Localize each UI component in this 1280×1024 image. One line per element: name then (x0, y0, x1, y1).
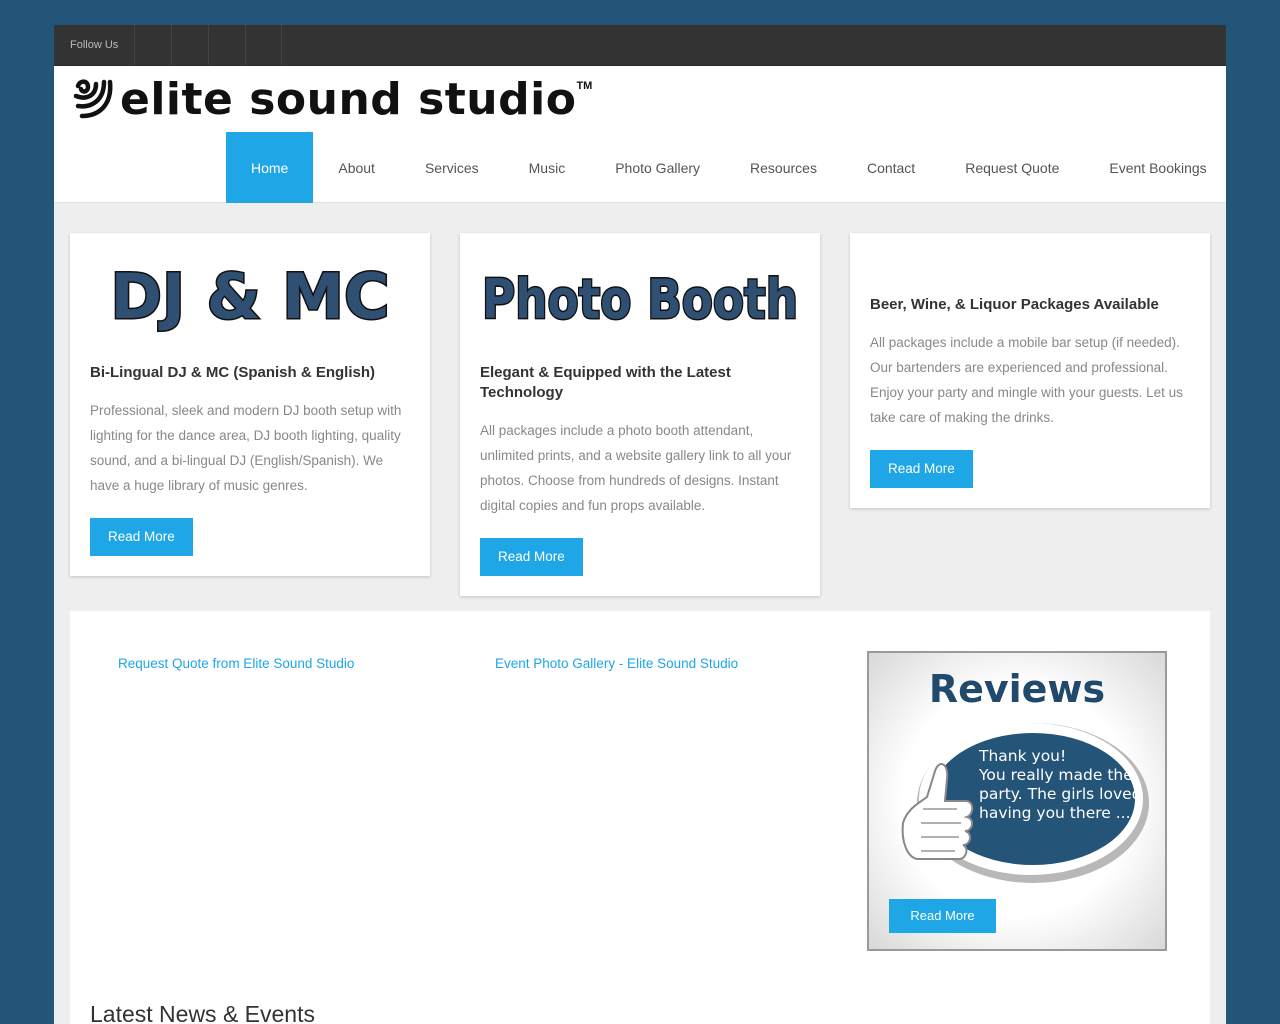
nav-photo-gallery[interactable]: Photo Gallery (590, 132, 725, 203)
main-nav: Home About Services Music Photo Gallery … (226, 132, 1226, 203)
dj-mc-graphic: DJ & MC (90, 253, 410, 343)
nav-about[interactable]: About (313, 132, 400, 203)
nav-home[interactable]: Home (226, 132, 314, 203)
nav-services[interactable]: Services (400, 132, 504, 203)
nav-music[interactable]: Music (504, 132, 591, 203)
card-title: Elegant & Equipped with the Latest Techn… (480, 364, 731, 401)
dj-mc-graphic-text: DJ & MC (111, 260, 390, 333)
review-quote: Thank you! You really made the party. Th… (979, 747, 1154, 823)
event-photo-gallery-link[interactable]: Event Photo Gallery - Elite Sound Studio (495, 656, 738, 671)
facebook-icon[interactable] (134, 25, 171, 65)
content-panel: Request Quote from Elite Sound Studio Ev… (70, 611, 1210, 1024)
instagram-icon[interactable] (245, 25, 283, 65)
follow-us-label: Follow Us (70, 39, 119, 51)
read-more-button[interactable]: Read More (480, 538, 583, 576)
nav-contact[interactable]: Contact (842, 132, 940, 203)
photo-booth-graphic: Photo Booth (480, 253, 800, 343)
site-logo[interactable]: elite sound studio TM (70, 74, 592, 126)
read-more-button[interactable]: Read More (870, 450, 973, 488)
card-title: Beer, Wine, & Liquor Packages Available (870, 296, 1159, 313)
nav-event-bookings[interactable]: Event Bookings (1084, 132, 1226, 203)
reviews-title: Reviews (928, 667, 1106, 711)
card-dj-mc: DJ & MC Bi-Lingual DJ & MC (Spanish & En… (70, 233, 430, 576)
top-bar: Follow Us (54, 25, 1226, 66)
trademark-mark: TM (576, 80, 593, 92)
youtube-icon[interactable] (208, 25, 245, 65)
card-description: All packages include a photo booth atten… (480, 423, 792, 513)
nav-request-quote[interactable]: Request Quote (940, 132, 1084, 203)
latest-news-heading: Latest News & Events (90, 1001, 315, 1024)
photo-booth-graphic-text: Photo Booth (482, 268, 798, 331)
service-cards: DJ & MC Bi-Lingual DJ & MC (Spanish & En… (70, 233, 1210, 596)
request-quote-link[interactable]: Request Quote from Elite Sound Studio (118, 656, 354, 671)
twitter-icon[interactable] (171, 25, 208, 65)
sound-waves-icon (73, 79, 113, 119)
card-title: Bi-Lingual DJ & MC (Spanish & English) (90, 364, 375, 381)
card-description: Professional, sleek and modern DJ booth … (90, 403, 402, 493)
nav-resources[interactable]: Resources (725, 132, 842, 203)
reviews-widget[interactable]: Reviews Thank you! You really made the p… (867, 651, 1167, 951)
read-more-button[interactable]: Read More (90, 518, 193, 556)
reviews-read-more-button[interactable]: Read More (889, 899, 996, 933)
card-photo-booth: Photo Booth Elegant & Equipped with the … (460, 233, 820, 596)
card-bar-packages: Beer, Wine, & Liquor Packages Available … (850, 233, 1210, 508)
site-header: elite sound studio TM Home About Service… (54, 66, 1226, 203)
brand-name: elite sound studio (120, 74, 577, 125)
card-description: All packages include a mobile bar setup … (870, 335, 1183, 425)
review-quote-line1: Thank you! (979, 747, 1067, 765)
page-wrapper: Follow Us elite sound studio TM Home Abo… (54, 25, 1226, 1024)
review-quote-line2: You really made the party. The girls lov… (979, 766, 1142, 822)
